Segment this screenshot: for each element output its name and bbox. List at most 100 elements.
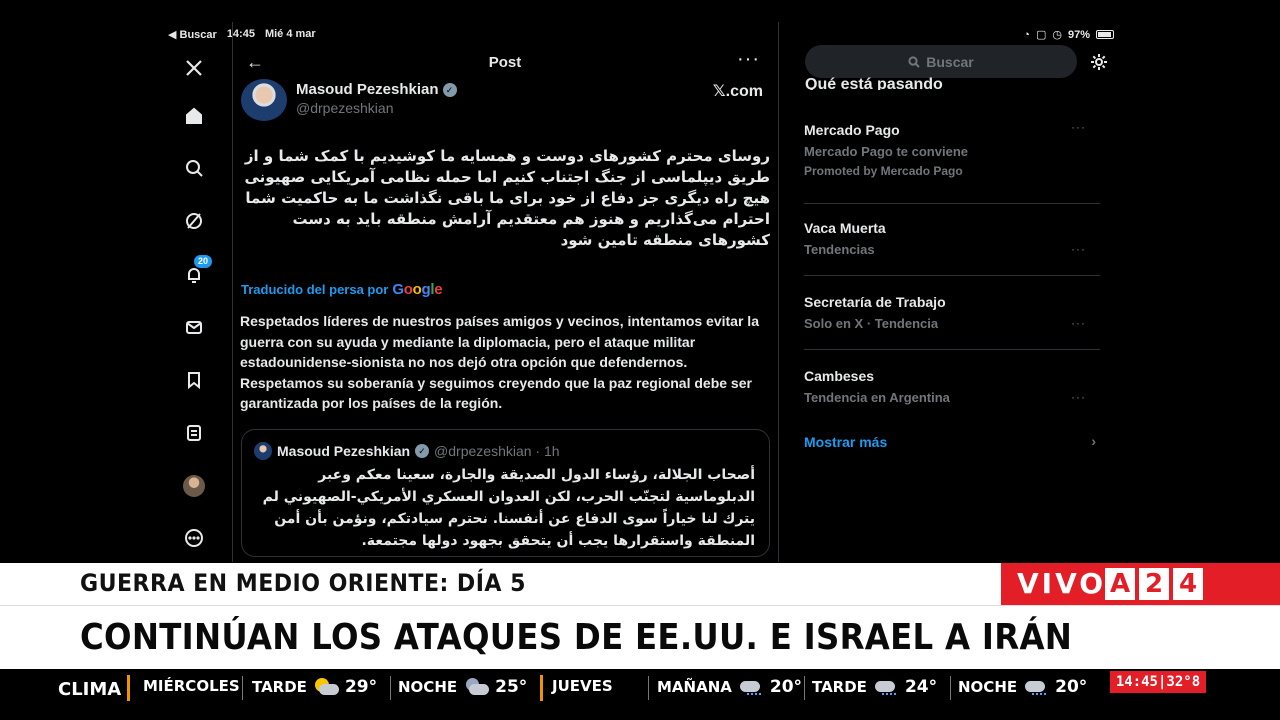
page-title: Post [488,54,522,71]
avatar [183,475,205,497]
more-options-icon[interactable] [180,524,208,552]
ticker-divider [127,675,130,701]
rain-cloud-icon [873,678,899,696]
trend-more-icon[interactable]: ··· [1071,390,1086,404]
weather-ticker: CLIMA MIÉRCOLES TARDE 29° NOCHE 25° JUEV… [0,669,1280,705]
profile-avatar[interactable] [180,472,208,500]
broadcast-headline: CONTINÚAN LOS ATAQUES DE EE.UU. E ISRAEL… [80,617,1073,658]
trend-more-icon[interactable]: ··· [1071,316,1086,330]
more-icon[interactable]: ··· [737,48,760,71]
forecast-period: NOCHE [958,678,1018,696]
show-more-label: Mostrar más [804,434,888,450]
trend-subtitle: Solo en X · Tendencia [804,316,939,331]
trend-subtitle: Tendencias [804,242,875,257]
notifications-icon[interactable]: 20 [180,255,213,289]
grok-icon[interactable] [180,207,208,235]
trend-title: Secretaría de Trabajo [804,294,946,310]
ticker-label: CLIMA [58,679,122,700]
forecast-temp: 20° [1055,677,1088,697]
status-bar: ◀ Buscar 14:45 Mié 4 mar ◔ ▢ ◷ 97% [168,26,1114,44]
home-icon[interactable] [180,102,208,130]
trend-item[interactable]: Cambeses Tendencia en Argentina ··· [804,368,1100,420]
trends-heading: Qué está pasando [805,76,943,90]
search-placeholder: Buscar [926,53,974,70]
rain-cloud-icon [1023,678,1049,696]
ticker-separator [950,676,951,700]
translation-credit[interactable]: Traducido del persa por Google [241,281,443,298]
ticker-separator [242,676,243,700]
divider [778,22,779,562]
post-original-text: روسای محترم کشورهای دوست و همسایه ما کوش… [244,147,770,249]
quoted-author-handle: @drpezeshkian · 1h [434,443,560,459]
trend-promoted-label: Promoted by Mercado Pago [804,164,963,178]
quoted-post-text: أصحاب الجلالة، رؤساء الدول الصديقة والجا… [262,467,755,549]
trend-subtitle: Mercado Pago te conviene [804,144,968,159]
source-label: 𝕏.com [712,83,763,100]
live-label: VIVO [1017,567,1107,600]
forecast-period: TARDE [812,678,867,696]
trend-title: Mercado Pago [804,122,900,138]
notifications-badge: 20 [194,255,213,268]
bookmarks-icon[interactable] [180,366,208,394]
settings-gear-icon[interactable] [1089,52,1109,72]
live-channel-badge: VIVO A 2 4 [1001,563,1280,605]
messages-icon[interactable] [180,313,208,341]
alarm-icon: ◷ [1052,29,1062,41]
forecast-period: NOCHE [398,678,458,696]
forecast-d2-noche: NOCHE 20° [958,677,1087,697]
status-date: Mié 4 mar [264,28,316,40]
x-logo-icon[interactable] [180,54,208,82]
google-logo-icon: Google [392,281,443,298]
sun-cloud-icon [313,678,339,696]
trend-item[interactable]: Mercado Pago Mercado Pago te conviene Pr… [804,120,1100,204]
forecast-temp: 25° [495,677,528,697]
verified-badge-icon: ✓ [442,82,457,97]
verified-badge-icon: ✓ [415,444,430,458]
forecast-d2-manana: MAÑANA 20° [657,677,802,697]
forecast-d1-noche: NOCHE 25° [398,677,527,697]
quoted-author-avatar [254,442,272,460]
forecast-temp: 29° [344,677,378,697]
author-name: Masoud Pezeshkian [296,81,439,98]
author-name-row[interactable]: Masoud Pezeshkian ✓ [296,81,457,98]
channel-logo-char: 2 [1139,568,1169,600]
trend-item[interactable]: Vaca Muerta Tendencias ··· [804,220,1100,276]
author-handle[interactable]: @drpezeshkian [296,100,394,116]
back-to-app-link[interactable]: ◀ Buscar [168,28,217,41]
battery-icon [1096,30,1114,39]
search-input[interactable]: Buscar [805,45,1077,78]
quoted-author-name: Masoud Pezeshkian [277,443,411,459]
trend-more-icon[interactable]: ··· [1071,120,1086,134]
post-header: ← Post ··· [240,48,770,74]
channel-logo-char: 4 [1173,568,1203,600]
broadcast-headline-bar: CONTINÚAN LOS ATAQUES DE EE.UU. E ISRAEL… [0,605,1280,669]
ticker-separator [648,676,649,700]
search-icon[interactable] [180,154,208,182]
translated-label: Traducido del persa por [241,282,389,297]
show-more-link[interactable]: Mostrar más › [804,433,1100,450]
trend-title: Cambeses [804,368,875,384]
forecast-temp: 20° [769,677,803,697]
lists-icon[interactable] [180,419,208,447]
moon-cloud-icon [463,678,490,696]
wifi-icon: ◔ [1023,28,1030,41]
rain-cloud-icon [738,678,764,696]
chevron-right-icon: › [1091,433,1096,449]
trend-title: Vaca Muerta [804,220,886,236]
ticker-day: JUEVES [552,677,613,695]
left-nav: 20 [168,50,220,560]
forecast-d2-tarde: TARDE 24° [812,677,937,697]
ticker-separator [804,676,805,700]
trend-subtitle: Tendencia en Argentina [804,390,950,405]
ticker-divider [540,675,543,701]
search-icon [908,55,920,68]
divider [232,22,233,562]
quoted-post[interactable]: Masoud Pezeshkian ✓ @drpezeshkian · 1h أ… [241,429,770,557]
trend-item[interactable]: Secretaría de Trabajo Solo en X · Tenden… [804,294,1100,350]
screen-mirror-icon: ▢ [1035,29,1047,41]
post-translation: Respetados líderes de nuestros países am… [240,313,759,411]
author-avatar[interactable] [241,79,287,121]
ticker-day: MIÉRCOLES [143,677,240,695]
trend-more-icon[interactable]: ··· [1071,242,1086,256]
channel-logo-char: A [1105,568,1135,600]
